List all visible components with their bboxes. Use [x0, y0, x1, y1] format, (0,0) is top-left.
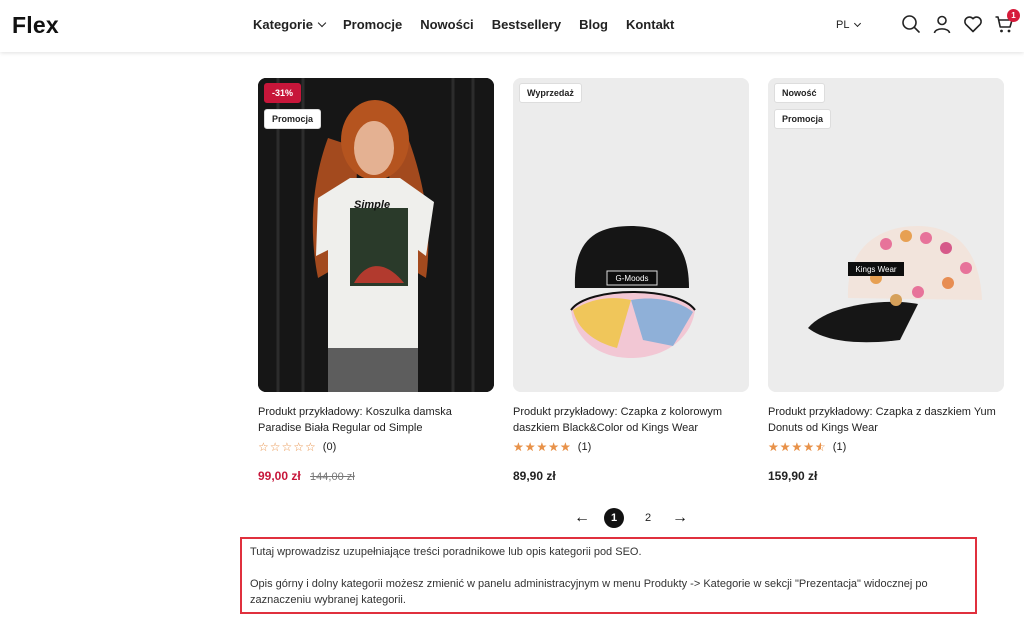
rating-stars: ☆☆☆☆☆★★★★★ — [768, 440, 827, 454]
header-icons: 1 — [901, 9, 1020, 34]
promo-badge: Promocja — [264, 109, 322, 129]
review-count: (0) — [322, 441, 337, 453]
product-image[interactable]: Kings Wear Nowość Promocja — [768, 78, 1004, 392]
chevron-down-icon — [317, 18, 327, 28]
nav-blog[interactable]: Blog — [579, 17, 608, 32]
product-card: Kings Wear Nowość Promocja Produkt przyk… — [768, 78, 1004, 483]
product-price: 99,00 zł 144,00 zł — [258, 469, 494, 483]
page-1-button[interactable]: 1 — [604, 508, 624, 528]
new-badge: Nowość — [774, 83, 825, 103]
promo-badge: Promocja — [774, 109, 832, 129]
product-grid: Simple -31% Promocja Produkt przykładowy… — [258, 78, 1004, 483]
nav-kategorie[interactable]: Kategorie — [253, 17, 327, 32]
current-price: 159,90 zł — [768, 469, 818, 483]
svg-text:Simple: Simple — [354, 199, 390, 211]
search-icon[interactable] — [901, 14, 921, 34]
product-card: G-Moods Wyprzedaż Produkt przykładowy: C… — [513, 78, 749, 483]
sale-badge: Wyprzedaż — [519, 83, 582, 103]
product-title[interactable]: Produkt przykładowy: Koszulka damska Par… — [258, 404, 494, 436]
pagination: ← 1 2 → — [574, 508, 688, 528]
product-rating: ☆☆☆☆☆★★★★★ (1) — [513, 439, 749, 455]
main-nav: Kategorie Promocje Nowości Bestsellery B… — [253, 17, 674, 32]
heart-icon[interactable] — [963, 14, 983, 34]
site-logo[interactable]: Flex — [12, 12, 59, 39]
old-price: 144,00 zł — [310, 471, 355, 483]
current-price: 89,90 zł — [513, 469, 556, 483]
product-badges: -31% Promocja — [264, 83, 322, 129]
nav-promocje[interactable]: Promocje — [343, 17, 402, 32]
prev-page-arrow-icon[interactable]: ← — [574, 508, 590, 528]
black-cap-photo: G-Moods — [513, 78, 749, 392]
product-badges: Wyprzedaż — [519, 83, 582, 103]
next-page-arrow-icon[interactable]: → — [672, 508, 688, 528]
nav-kontakt[interactable]: Kontakt — [626, 17, 674, 32]
product-price: 89,90 zł — [513, 469, 749, 483]
review-count: (1) — [832, 441, 847, 453]
user-icon[interactable] — [932, 14, 952, 34]
product-badges: Nowość Promocja — [774, 83, 832, 129]
cap-label-text: Kings Wear — [855, 265, 897, 274]
nav-bestsellery[interactable]: Bestsellery — [492, 17, 561, 32]
cart-count-badge: 1 — [1007, 9, 1020, 22]
rating-stars: ☆☆☆☆☆★★★★★ — [513, 440, 572, 454]
description-paragraph: Tutaj wprowadzisz uzupełniające treści p… — [250, 546, 642, 558]
product-card: Simple -31% Promocja Produkt przykładowy… — [258, 78, 494, 483]
nav-nowosci[interactable]: Nowości — [420, 17, 473, 32]
chevron-down-icon — [854, 19, 862, 28]
language-selector[interactable]: PL — [836, 19, 862, 31]
review-count: (1) — [577, 441, 592, 453]
cap-label-text: G-Moods — [616, 274, 649, 283]
product-image[interactable]: G-Moods Wyprzedaż — [513, 78, 749, 392]
description-paragraph: Opis górny i dolny kategorii możesz zmie… — [250, 578, 928, 606]
product-title[interactable]: Produkt przykładowy: Czapka z daszkiem Y… — [768, 404, 1004, 436]
discount-badge: -31% — [264, 83, 302, 103]
language-label: PL — [836, 19, 850, 31]
current-price: 99,00 zł — [258, 469, 301, 483]
product-price: 159,90 zł — [768, 469, 1004, 483]
product-rating: ☆☆☆☆☆★★★★★ (0) — [258, 439, 494, 455]
product-rating: ☆☆☆☆☆★★★★★ (1) — [768, 439, 1004, 455]
product-image[interactable]: Simple -31% Promocja — [258, 78, 494, 392]
rating-stars: ☆☆☆☆☆★★★★★ — [258, 440, 317, 454]
cart-icon[interactable]: 1 — [994, 9, 1020, 34]
nav-label: Kategorie — [253, 17, 313, 32]
product-title[interactable]: Produkt przykładowy: Czapka z kolorowym … — [513, 404, 749, 436]
page-2-button[interactable]: 2 — [638, 508, 658, 528]
site-header: Flex Kategorie Promocje Nowości Bestsell… — [0, 0, 1024, 52]
category-description: Tutaj wprowadzisz uzupełniające treści p… — [240, 537, 977, 614]
